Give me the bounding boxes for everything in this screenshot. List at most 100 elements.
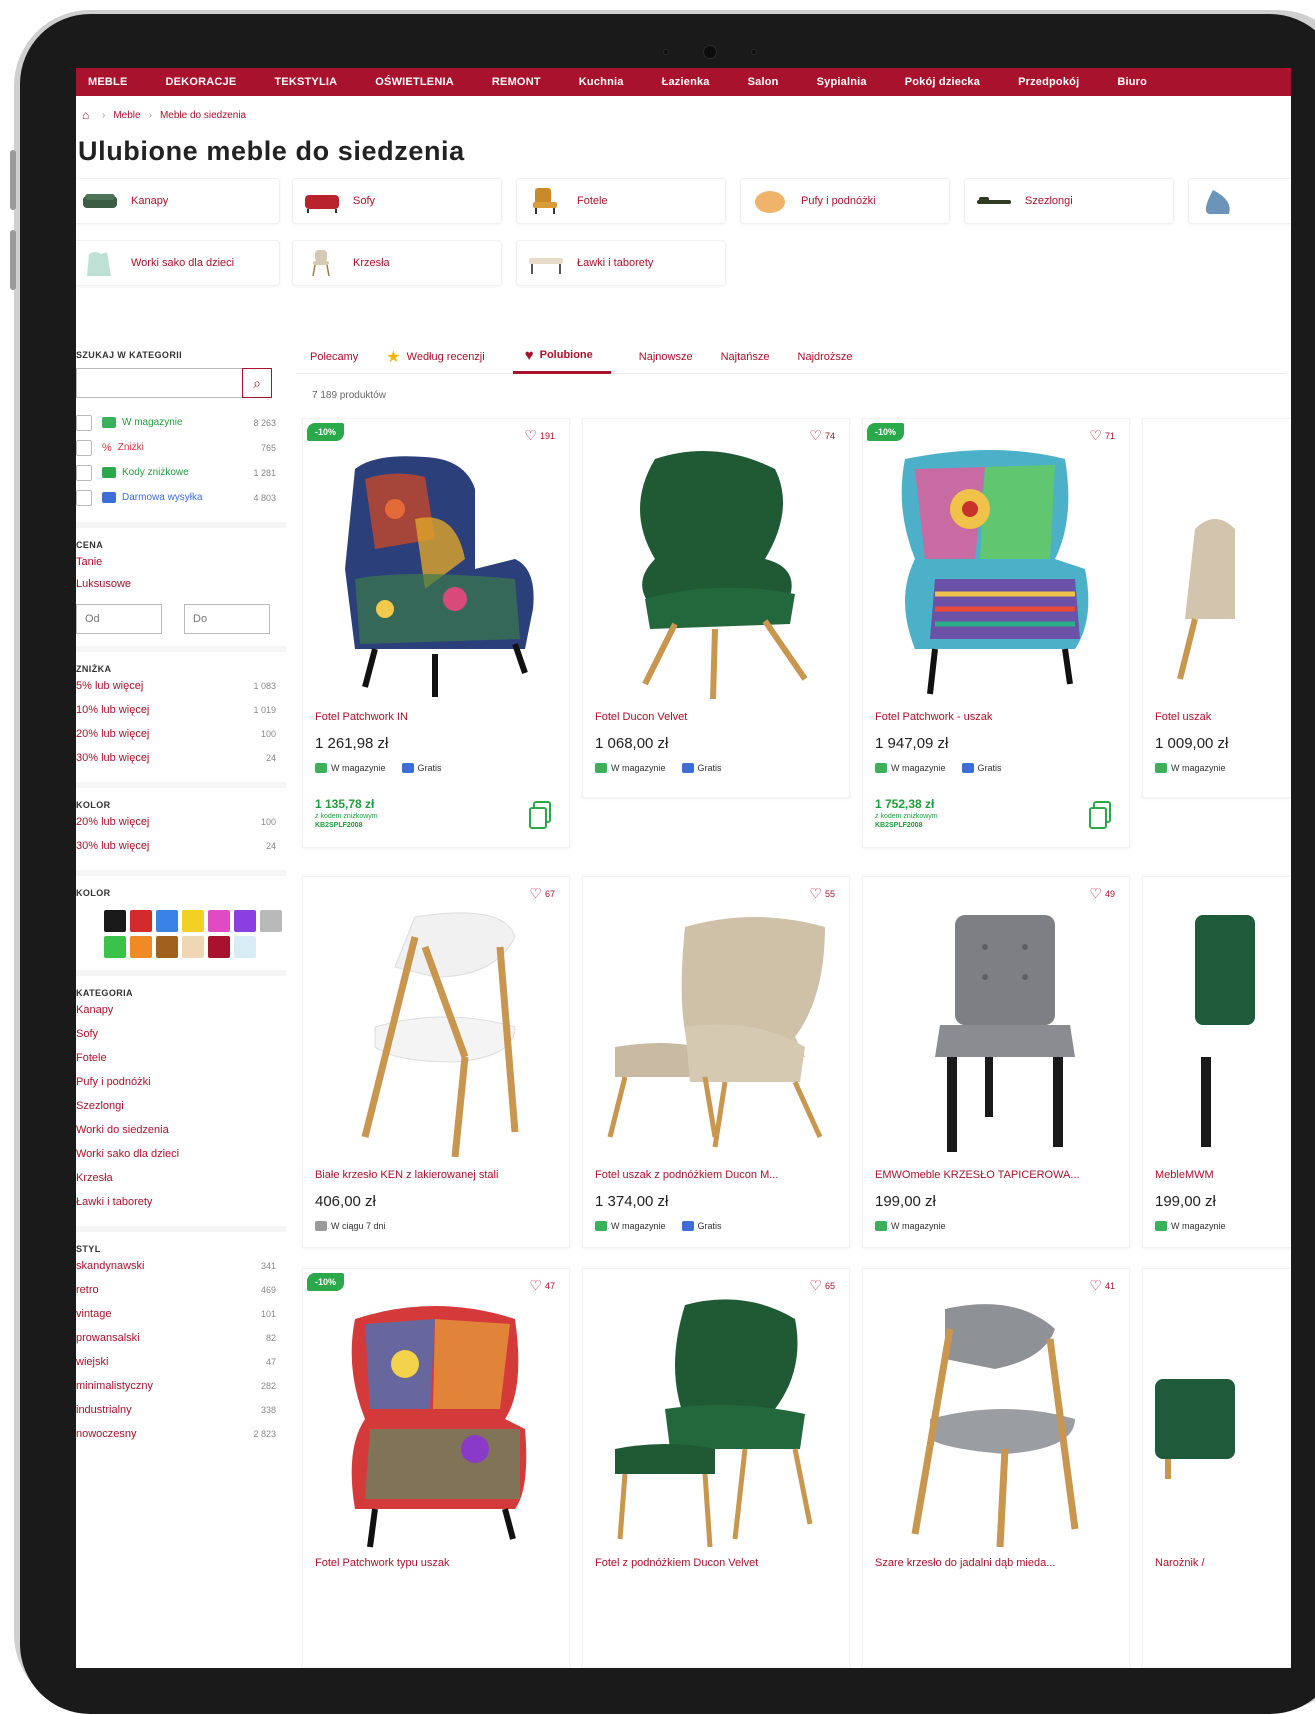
style-link[interactable]: industrialny 338 bbox=[76, 1398, 286, 1422]
category-worki-sako[interactable]: Worki sako dla dzieci bbox=[76, 240, 280, 286]
checkbox[interactable] bbox=[76, 489, 92, 506]
tab-najnowsze[interactable]: Najnowsze bbox=[639, 340, 693, 374]
color-swatch[interactable] bbox=[260, 910, 282, 932]
color-swatch[interactable] bbox=[130, 910, 152, 932]
product-card[interactable]: ♡ 41 Szare krzesło do jadalni dąb mieda..… bbox=[862, 1268, 1130, 1668]
product-card[interactable]: MebleMWM 199,00 zł W magazynie bbox=[1142, 876, 1291, 1248]
category-pufy[interactable]: Pufy i podnóżki bbox=[740, 178, 950, 224]
breadcrumb-meble[interactable]: Meble bbox=[113, 110, 140, 121]
nav-lazienka[interactable]: Łazienka bbox=[662, 76, 710, 88]
nav-biuro[interactable]: Biuro bbox=[1117, 76, 1147, 88]
price-luxury-link[interactable]: Luksusowe bbox=[76, 572, 286, 596]
product-card[interactable]: -10% ♡ 47 Fotel Patchwork typu uszak bbox=[302, 1268, 570, 1668]
color-swatch[interactable] bbox=[104, 910, 126, 932]
category-krzesla[interactable]: Krzesła bbox=[292, 240, 502, 286]
nav-salon[interactable]: Salon bbox=[748, 76, 779, 88]
nav-dekoracje[interactable]: DEKORACJE bbox=[166, 76, 237, 88]
kolor-link[interactable]: 20% lub więcej 100 bbox=[76, 810, 286, 834]
copy-code-icon[interactable] bbox=[529, 801, 551, 829]
discount-link[interactable]: 30% lub więcej 24 bbox=[76, 746, 286, 770]
discount-link[interactable]: 10% lub więcej 1 019 bbox=[76, 698, 286, 722]
category-szezlongi[interactable]: Szezlongi bbox=[964, 178, 1174, 224]
product-card[interactable]: ♡ 65 Fotel z podnóżkiem Ducon Velvet bbox=[582, 1268, 850, 1668]
style-link[interactable]: vintage 101 bbox=[76, 1302, 286, 1326]
product-name[interactable]: Fotel uszak z podnóżkiem Ducon M... bbox=[595, 1169, 845, 1181]
tab-najtansze[interactable]: Najtańsze bbox=[721, 340, 770, 374]
tab-polubione[interactable]: ♥ Polubione bbox=[512, 340, 611, 374]
category-fotele[interactable]: Fotele bbox=[516, 178, 726, 224]
product-card[interactable]: Fotel uszak 1 009,00 zł W magazynie bbox=[1142, 418, 1291, 798]
checkbox[interactable] bbox=[76, 439, 92, 456]
nav-przedpokoj[interactable]: Przedpokój bbox=[1018, 76, 1079, 88]
tab-polecamy[interactable]: Polecamy bbox=[310, 340, 358, 374]
filter-discount-codes[interactable]: Kody zniżkowe 1 281 bbox=[76, 460, 286, 485]
like-button[interactable]: ♡ 65 bbox=[809, 1277, 835, 1294]
nav-pokoj-dziecka[interactable]: Pokój dziecka bbox=[905, 76, 980, 88]
discount-link[interactable]: 5% lub więcej 1 083 bbox=[76, 674, 286, 698]
product-name[interactable]: Szare krzesło do jadalni dąb mieda... bbox=[875, 1557, 1125, 1569]
home-icon[interactable]: ⌂ bbox=[82, 109, 94, 121]
category-link[interactable]: Worki do siedzenia bbox=[76, 1118, 286, 1142]
checkbox[interactable] bbox=[76, 414, 92, 431]
category-more[interactable] bbox=[1188, 178, 1291, 224]
nav-meble[interactable]: MEBLE bbox=[88, 76, 128, 88]
nav-oswietlenia[interactable]: OŚWIETLENIA bbox=[375, 76, 454, 88]
category-link[interactable]: Szezlongi bbox=[76, 1094, 286, 1118]
product-name[interactable]: EMWOmeble KRZESŁO TAPICEROWA... bbox=[875, 1169, 1125, 1181]
style-link[interactable]: wiejski 47 bbox=[76, 1350, 286, 1374]
category-link[interactable]: Sofy bbox=[76, 1022, 286, 1046]
price-from-input[interactable] bbox=[76, 604, 162, 634]
category-link[interactable]: Krzesła bbox=[76, 1166, 286, 1190]
like-button[interactable]: ♡ 71 bbox=[1089, 427, 1115, 444]
product-name[interactable]: Narożnik / bbox=[1155, 1557, 1291, 1569]
product-name[interactable]: Fotel Patchwork typu uszak bbox=[315, 1557, 565, 1569]
product-card[interactable]: ♡ 55 Fotel uszak z podnóżkiem Ducon M... … bbox=[582, 876, 850, 1248]
product-name[interactable]: Białe krzesło KEN z lakierowanej stali bbox=[315, 1169, 565, 1181]
product-name[interactable]: Fotel Ducon Velvet bbox=[595, 711, 845, 723]
color-swatch[interactable] bbox=[182, 936, 204, 958]
color-swatch[interactable] bbox=[208, 936, 230, 958]
price-to-input[interactable] bbox=[184, 604, 270, 634]
category-link[interactable]: Kanapy bbox=[76, 998, 286, 1022]
like-button[interactable]: ♡ 67 bbox=[529, 885, 555, 902]
tab-wedlug-recenzji[interactable]: ★ Według recenzji bbox=[386, 340, 484, 374]
discount-link[interactable]: 20% lub więcej 100 bbox=[76, 722, 286, 746]
tab-najdrozsze[interactable]: Najdroższe bbox=[798, 340, 853, 374]
product-name[interactable]: Fotel z podnóżkiem Ducon Velvet bbox=[595, 1557, 845, 1569]
checkbox[interactable] bbox=[76, 464, 92, 481]
like-button[interactable]: ♡ 47 bbox=[529, 1277, 555, 1294]
style-link[interactable]: retro 469 bbox=[76, 1278, 286, 1302]
like-button[interactable]: ♡ 41 bbox=[1089, 1277, 1115, 1294]
color-swatch[interactable] bbox=[182, 910, 204, 932]
color-swatch[interactable] bbox=[234, 936, 256, 958]
product-card[interactable]: ♡ 49 EMWOmeble KRZESŁO TAPICEROWA... 199,… bbox=[862, 876, 1130, 1248]
filter-discounts[interactable]: % Zniżki 765 bbox=[76, 435, 286, 460]
product-card[interactable]: ♡ 74 Fotel Ducon Velvet 1 068,00 zł W mag… bbox=[582, 418, 850, 798]
category-link[interactable]: Ławki i taborety bbox=[76, 1190, 286, 1214]
breadcrumb-meble-do-siedzenia[interactable]: Meble do siedzenia bbox=[160, 110, 246, 121]
nav-kuchnia[interactable]: Kuchnia bbox=[579, 76, 624, 88]
nav-remont[interactable]: REMONT bbox=[492, 76, 541, 88]
product-card[interactable]: ♡ 67 Białe krzesło KEN z lakierowanej sta… bbox=[302, 876, 570, 1248]
filter-in-stock[interactable]: W magazynie 8 263 bbox=[76, 410, 286, 435]
product-name[interactable]: MebleMWM bbox=[1155, 1169, 1291, 1181]
product-card[interactable]: Narożnik / bbox=[1142, 1268, 1291, 1668]
like-button[interactable]: ♡ 191 bbox=[524, 427, 555, 444]
category-search-input[interactable] bbox=[76, 368, 242, 398]
style-link[interactable]: nowoczesny 2 823 bbox=[76, 1422, 286, 1446]
category-link[interactable]: Pufy i podnóżki bbox=[76, 1070, 286, 1094]
nav-sypialnia[interactable]: Sypialnia bbox=[817, 76, 867, 88]
product-name[interactable]: Fotel uszak bbox=[1155, 711, 1291, 723]
style-link[interactable]: minimalistyczny 282 bbox=[76, 1374, 286, 1398]
color-swatch[interactable] bbox=[104, 936, 126, 958]
category-link[interactable]: Fotele bbox=[76, 1046, 286, 1070]
category-kanapy[interactable]: Kanapy bbox=[76, 178, 280, 224]
like-button[interactable]: ♡ 55 bbox=[809, 885, 835, 902]
product-name[interactable]: Fotel Patchwork - uszak bbox=[875, 711, 1125, 723]
product-name[interactable]: Fotel Patchwork IN bbox=[315, 711, 565, 723]
color-swatch[interactable] bbox=[156, 910, 178, 932]
color-swatch[interactable] bbox=[156, 936, 178, 958]
search-button[interactable]: ⌕ bbox=[242, 368, 272, 398]
style-link[interactable]: prowansalski 82 bbox=[76, 1326, 286, 1350]
color-swatch[interactable] bbox=[130, 936, 152, 958]
